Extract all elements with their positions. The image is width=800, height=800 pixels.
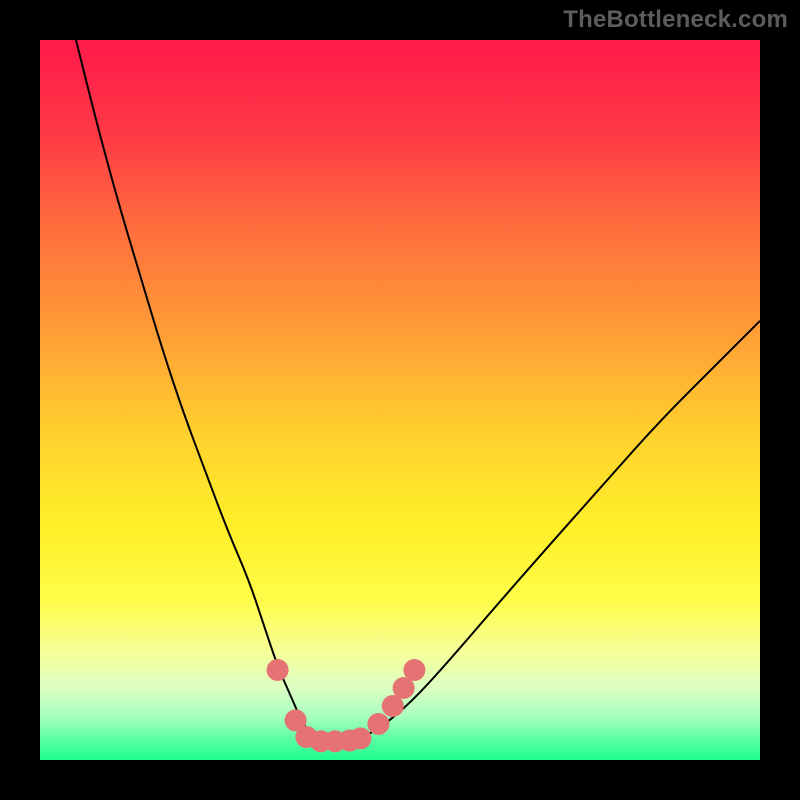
highlight-dot — [349, 727, 371, 749]
watermark-text: TheBottleneck.com — [563, 6, 788, 34]
highlight-dot — [267, 659, 289, 681]
chart-frame: TheBottleneck.com — [0, 0, 800, 800]
plot-area — [40, 40, 760, 760]
heatmap-background — [40, 40, 760, 760]
plot-svg — [40, 40, 760, 760]
highlight-dot — [403, 659, 425, 681]
highlight-dot — [367, 713, 389, 735]
